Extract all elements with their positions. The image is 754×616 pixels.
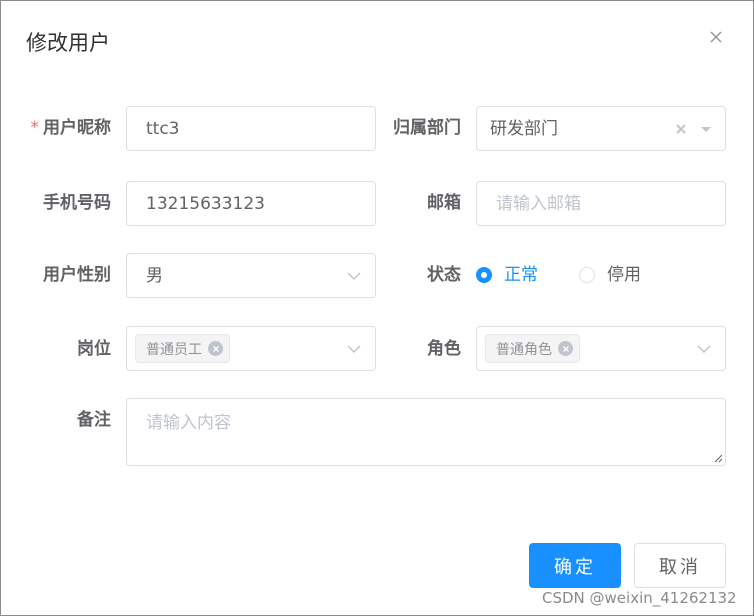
role-tag: 普通角色 — [485, 334, 580, 363]
close-icon[interactable] — [708, 29, 724, 45]
clear-icon[interactable] — [675, 123, 687, 135]
dept-value: 研发部门 — [490, 119, 558, 139]
status-radio-disabled[interactable]: 停用 — [579, 265, 641, 285]
resize-handle-icon[interactable] — [713, 453, 723, 463]
confirm-button[interactable]: 确定 — [529, 543, 621, 588]
remark-label: 备注 — [77, 410, 111, 430]
radio-checked-icon — [476, 267, 492, 283]
cancel-button[interactable]: 取消 — [634, 543, 726, 588]
remark-placeholder: 请输入内容 — [146, 413, 231, 433]
role-label: 角色 — [427, 339, 461, 359]
email-placeholder: 请输入邮箱 — [496, 194, 581, 214]
nickname-value: ttc3 — [146, 119, 180, 139]
nickname-input[interactable]: ttc3 — [126, 106, 376, 151]
dialog-title: 修改用户 — [26, 31, 110, 55]
radio-unchecked-icon — [579, 267, 595, 283]
watermark: CSDN @weixin_41262132 — [542, 589, 737, 607]
status-option-label: 正常 — [504, 265, 538, 285]
tag-close-icon[interactable] — [208, 341, 223, 356]
tag-close-icon[interactable] — [558, 341, 573, 356]
post-tag: 普通员工 — [135, 334, 230, 363]
remark-textarea[interactable]: 请输入内容 — [126, 398, 726, 466]
email-input[interactable]: 请输入邮箱 — [476, 181, 726, 226]
post-select[interactable]: 普通员工 — [126, 326, 376, 371]
required-mark: * — [30, 118, 40, 138]
phone-input[interactable]: 13215633123 — [126, 181, 376, 226]
status-label: 状态 — [427, 265, 461, 285]
dept-label: 归属部门 — [393, 118, 461, 138]
phone-value: 13215633123 — [146, 194, 265, 214]
gender-select[interactable]: 男 — [126, 253, 376, 298]
gender-label: 用户性别 — [43, 265, 111, 285]
chevron-down-icon — [697, 345, 711, 354]
role-select[interactable]: 普通角色 — [476, 326, 726, 371]
status-radio-normal[interactable]: 正常 — [476, 265, 538, 285]
dept-select[interactable]: 研发部门 — [476, 106, 726, 151]
post-label: 岗位 — [77, 339, 111, 359]
phone-label: 手机号码 — [43, 193, 111, 213]
email-label: 邮箱 — [427, 193, 461, 213]
status-option-label: 停用 — [607, 265, 641, 285]
nickname-label: * 用户昵称 — [30, 118, 112, 138]
caret-down-icon — [701, 127, 711, 132]
gender-value: 男 — [146, 266, 163, 286]
edit-user-dialog: 修改用户 * 用户昵称 ttc3 归属部门 研发部门 手机号码 132156331… — [1, 1, 753, 615]
